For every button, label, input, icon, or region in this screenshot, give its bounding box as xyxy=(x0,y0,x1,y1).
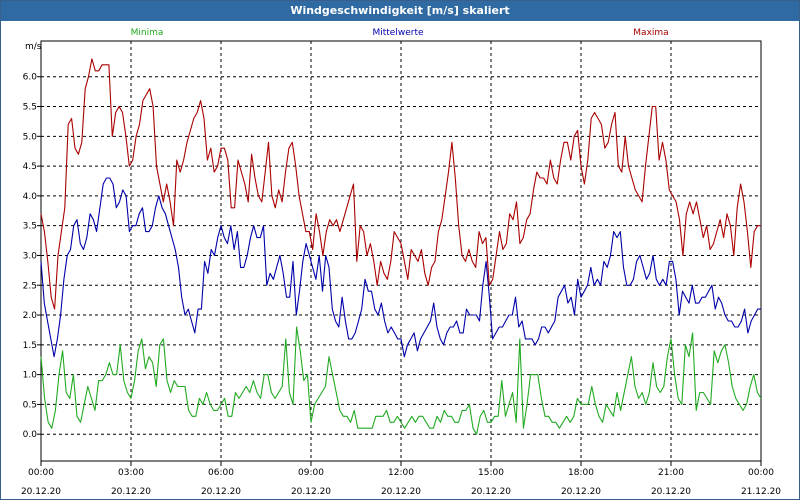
x-tick-time: 18:00 xyxy=(568,468,594,478)
y-tick-label: 3.5 xyxy=(23,222,37,232)
y-tick-label: 4.5 xyxy=(23,162,37,172)
y-tick-label: 6.0 xyxy=(23,73,38,83)
y-tick-label: 1.5 xyxy=(23,341,37,351)
y-tick-label: 0.5 xyxy=(23,400,37,410)
x-tick-time: 12:00 xyxy=(388,468,414,478)
legend-mittelwerte: Mittelwerte xyxy=(372,28,423,38)
y-tick-label: 2.0 xyxy=(23,311,38,321)
x-tick-date: 20.12.20 xyxy=(651,487,691,497)
x-tick-time: 21:00 xyxy=(658,468,684,478)
y-tick-label: 5.0 xyxy=(23,132,38,142)
x-tick-time: 00:00 xyxy=(28,468,54,478)
y-tick-label: 4.0 xyxy=(23,192,38,202)
x-tick-date: 20.12.20 xyxy=(21,487,61,497)
wind-speed-chart: m/s 0.0 0.5 1.0 1.5 2.0 2.5 3.0 3.5 4.0 4.5 5.0 5.5 6… xyxy=(21,28,781,497)
x-tick-date: 20.12.20 xyxy=(201,487,241,497)
y-tick-label: 0.0 xyxy=(23,430,38,440)
y-tick-label: 2.5 xyxy=(23,281,37,291)
x-tick-time: 09:00 xyxy=(298,468,324,478)
y-axis-unit: m/s xyxy=(25,42,42,52)
legend-minima: Minima xyxy=(131,28,164,38)
y-tick-label: 1.0 xyxy=(23,371,38,381)
window-title: Windgeschwindigkeit [m/s] skaliert xyxy=(1,1,799,21)
x-tick-time: 03:00 xyxy=(118,468,144,478)
x-tick-time: 06:00 xyxy=(208,468,234,478)
y-tick-label: 3.0 xyxy=(23,251,38,261)
chart-window: Windgeschwindigkeit [m/s] skaliert m/s 0.… xyxy=(0,0,800,500)
x-tick-date: 20.12.20 xyxy=(291,487,331,497)
legend-maxima: Maxima xyxy=(633,28,668,38)
x-tick-date: 21.12.20 xyxy=(741,487,781,497)
x-tick-date: 20.12.20 xyxy=(471,487,511,497)
x-tick-date: 20.12.20 xyxy=(111,487,151,497)
x-tick-date: 20.12.20 xyxy=(561,487,601,497)
x-tick-date: 20.12.20 xyxy=(381,487,421,497)
x-tick-time: 15:00 xyxy=(478,468,504,478)
x-tick-time: 00:00 xyxy=(748,468,774,478)
y-tick-label: 5.5 xyxy=(23,103,37,113)
